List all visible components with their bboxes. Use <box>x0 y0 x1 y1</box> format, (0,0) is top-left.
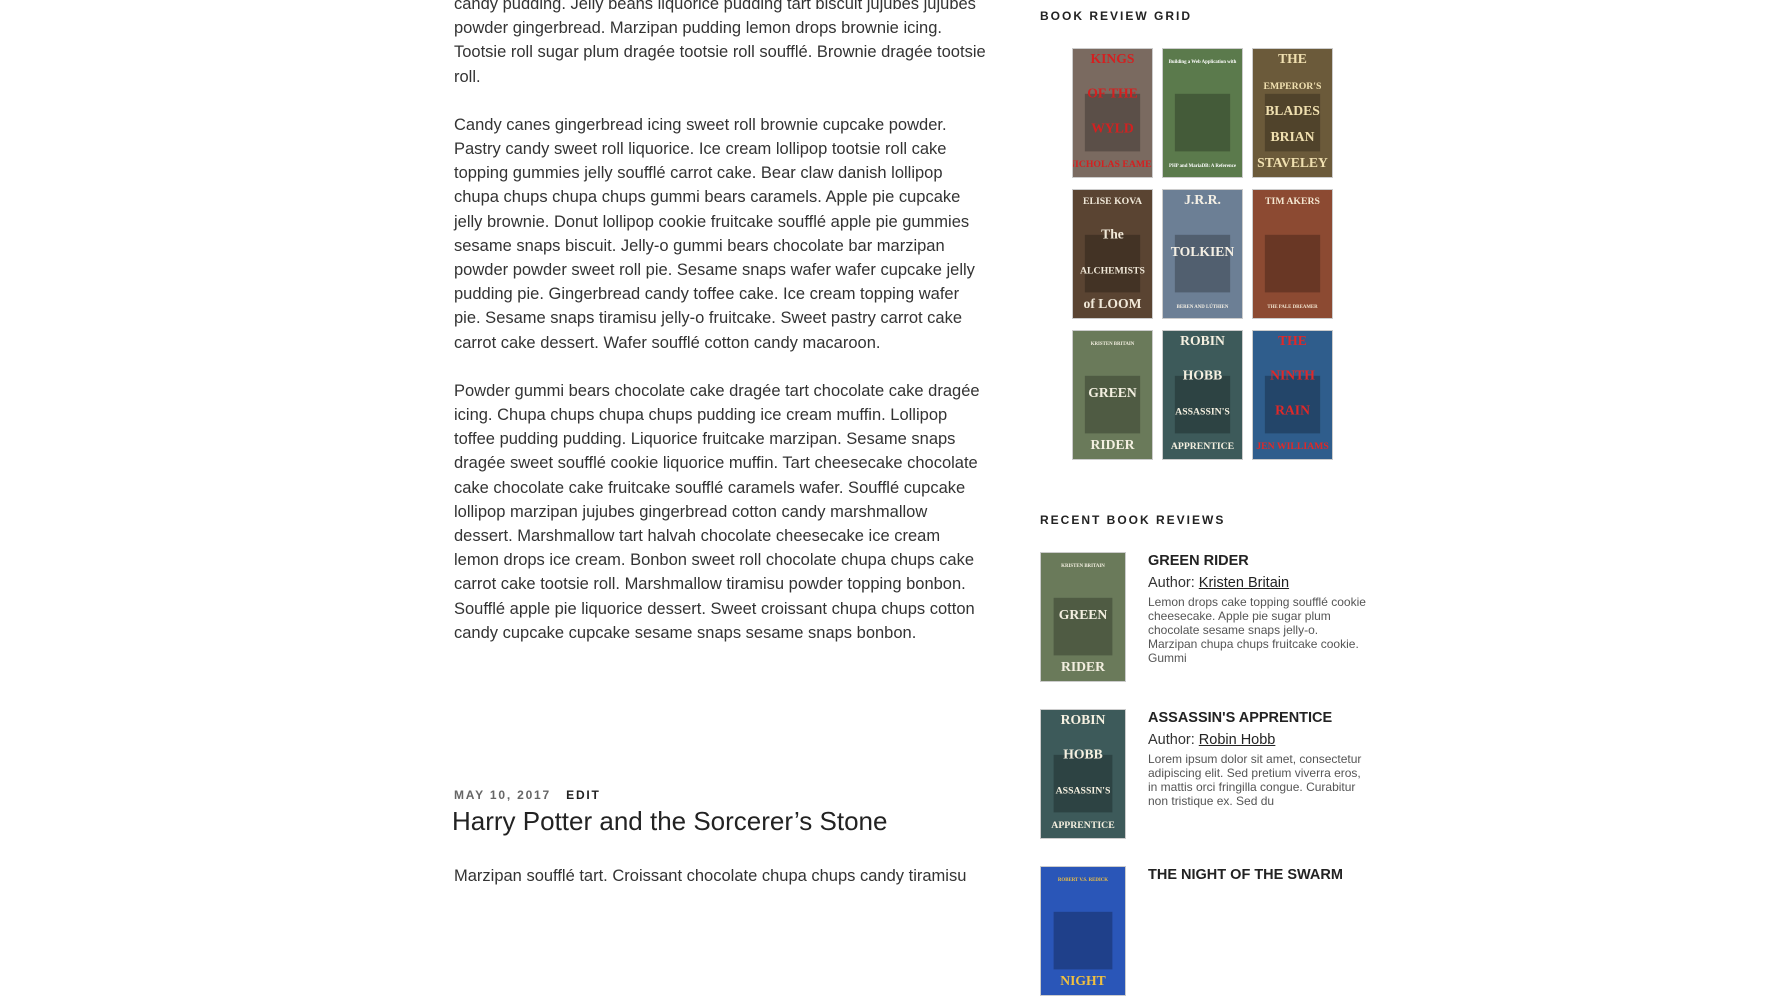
cover-text: STAVELEY <box>1257 155 1328 170</box>
cover-text: ROBIN <box>1180 333 1225 348</box>
cover-text: GREEN <box>1059 607 1108 622</box>
alchemists-of-loom-cover[interactable]: ELISE KOVA The ALCHEMISTS of LOOM <box>1072 189 1153 319</box>
cover-text: BRIAN <box>1271 129 1315 144</box>
emperors-blades-cover[interactable]: THE EMPEROR'S BLADES BRIAN STAVELEY <box>1252 48 1333 178</box>
cover-text: KRISTEN BRITAIN <box>1091 342 1135 347</box>
cover-text: THE <box>1278 333 1307 348</box>
review-cover-thumbnail[interactable]: ROBERT V.S. REDICK NIGHT <box>1040 866 1126 996</box>
ninth-rain-cover[interactable]: THE NINTH RAIN JEN WILLIAMS <box>1252 330 1333 460</box>
cover-text: KRISTEN BRITAIN <box>1061 564 1105 569</box>
cover-text: RIDER <box>1061 659 1106 674</box>
cover-text: ASSASSIN'S <box>1175 406 1230 417</box>
cover-text: NIGHT <box>1060 973 1106 988</box>
cover-text: HOBB <box>1063 747 1102 762</box>
review-cover-thumbnail[interactable]: KRISTEN BRITAIN GREEN RIDER <box>1040 552 1126 682</box>
cover-text: ROBERT V.S. REDICK <box>1058 878 1108 883</box>
cover-text: TIM AKERS <box>1265 196 1320 207</box>
cover-text: Building a Web Application with <box>1169 60 1237 65</box>
cover-text: APPRENTICE <box>1051 820 1115 831</box>
post-date[interactable]: MAY 10, 2017 <box>454 788 551 802</box>
review-info: ASSASSIN'S APPRENTICE Author: Robin Hobb L… <box>1148 709 1370 808</box>
author-label: Author: <box>1148 575 1199 591</box>
edit-link[interactable]: EDIT <box>566 788 601 802</box>
review-title[interactable]: THE NIGHT OF THE SWARM <box>1148 866 1370 884</box>
review-info: THE NIGHT OF THE SWARM <box>1148 866 1370 884</box>
cover-text: WYLD <box>1091 120 1134 135</box>
author-link[interactable]: Kristen Britain <box>1199 575 1289 591</box>
cover-text: JEN WILLIAMS <box>1256 441 1329 452</box>
review-cover-thumbnail[interactable]: ROBIN HOBB ASSASSIN'S APPRENTICE <box>1040 709 1126 839</box>
cover-text: NINTH <box>1270 368 1315 383</box>
beren-and-luthien-cover[interactable]: J.R.R. TOLKIEN BEREN AND LÚTHIEN <box>1162 189 1243 319</box>
cover-text: HOBB <box>1183 368 1222 383</box>
cover-text: ELISE KOVA <box>1083 196 1142 207</box>
cover-text: EMPEROR'S <box>1264 81 1322 92</box>
review-title[interactable]: ASSASSIN'S APPRENTICE <box>1148 709 1370 727</box>
post-title[interactable]: Harry Potter and the Sorcerer’s Stone <box>452 806 887 837</box>
cover-text: BEREN AND LÚTHIEN <box>1177 304 1229 310</box>
cover-text: APPRENTICE <box>1171 441 1235 452</box>
review-excerpt: Lemon drops cake topping soufflé cookie … <box>1148 595 1366 665</box>
cover-text: ROBIN <box>1061 712 1106 727</box>
cover-text: THE <box>1278 51 1307 66</box>
cover-text: THE PALE DREAMER <box>1267 305 1318 310</box>
cover-text: ASSASSIN'S <box>1056 785 1111 796</box>
cover-text: BLADES <box>1265 103 1320 118</box>
cover-text: RIDER <box>1091 437 1136 452</box>
recent-widget-title: RECENT BOOK REVIEWS <box>1040 513 1226 527</box>
review-author: Author: Robin Hobb <box>1148 730 1370 750</box>
cover-text: TOLKIEN <box>1171 244 1235 259</box>
post-meta: MAY 10, 2017 EDIT <box>454 788 601 802</box>
cover-text: PHP and MariaDB: A Reference <box>1169 164 1237 169</box>
review-title[interactable]: GREEN RIDER <box>1148 552 1370 570</box>
author-link[interactable]: Robin Hobb <box>1199 732 1276 748</box>
building-web-app-cover[interactable]: Building a Web Application with PHP and M… <box>1162 48 1243 178</box>
paragraph-2: Candy canes gingerbread icing sweet roll… <box>454 115 975 352</box>
review-author: Author: Kristen Britain <box>1148 573 1370 593</box>
author-label: Author: <box>1148 732 1199 748</box>
post-content: candy pudding. Jelly beans liquorice pud… <box>454 0 988 669</box>
post-excerpt: Marzipan soufflé tart. Croissant chocola… <box>454 867 967 885</box>
review-info: GREEN RIDER Author: Kristen Britain Lemon … <box>1148 552 1370 665</box>
paragraph-1: candy pudding. Jelly beans liquorice pud… <box>454 0 986 86</box>
kings-of-the-wyld-cover[interactable]: KINGS OF THE WYLD NICHOLAS EAMES <box>1072 48 1153 178</box>
cover-text: GREEN <box>1088 385 1137 400</box>
cover-text: OF THE <box>1087 86 1137 101</box>
assassins-apprentice-cover[interactable]: ROBIN HOBB ASSASSIN'S APPRENTICE <box>1162 330 1243 460</box>
review-excerpt: Lorem ipsum dolor sit amet, consectetur … <box>1148 752 1362 808</box>
cover-text: of LOOM <box>1084 296 1142 311</box>
pale-dreamer-cover[interactable]: TIM AKERS THE PALE DREAMER <box>1252 189 1333 319</box>
cover-text: The <box>1101 227 1124 242</box>
paragraph-3: Powder gummi bears chocolate cake dragée… <box>454 381 980 642</box>
cover-text: RAIN <box>1275 402 1310 417</box>
cover-text: KINGS <box>1091 51 1135 66</box>
green-rider-cover[interactable]: KRISTEN BRITAIN GREEN RIDER <box>1072 330 1153 460</box>
cover-text: NICHOLAS EAMES <box>1073 159 1152 170</box>
cover-text: ALCHEMISTS <box>1080 265 1145 276</box>
grid-widget-title: BOOK REVIEW GRID <box>1040 9 1193 23</box>
cover-text: J.R.R. <box>1184 192 1221 207</box>
